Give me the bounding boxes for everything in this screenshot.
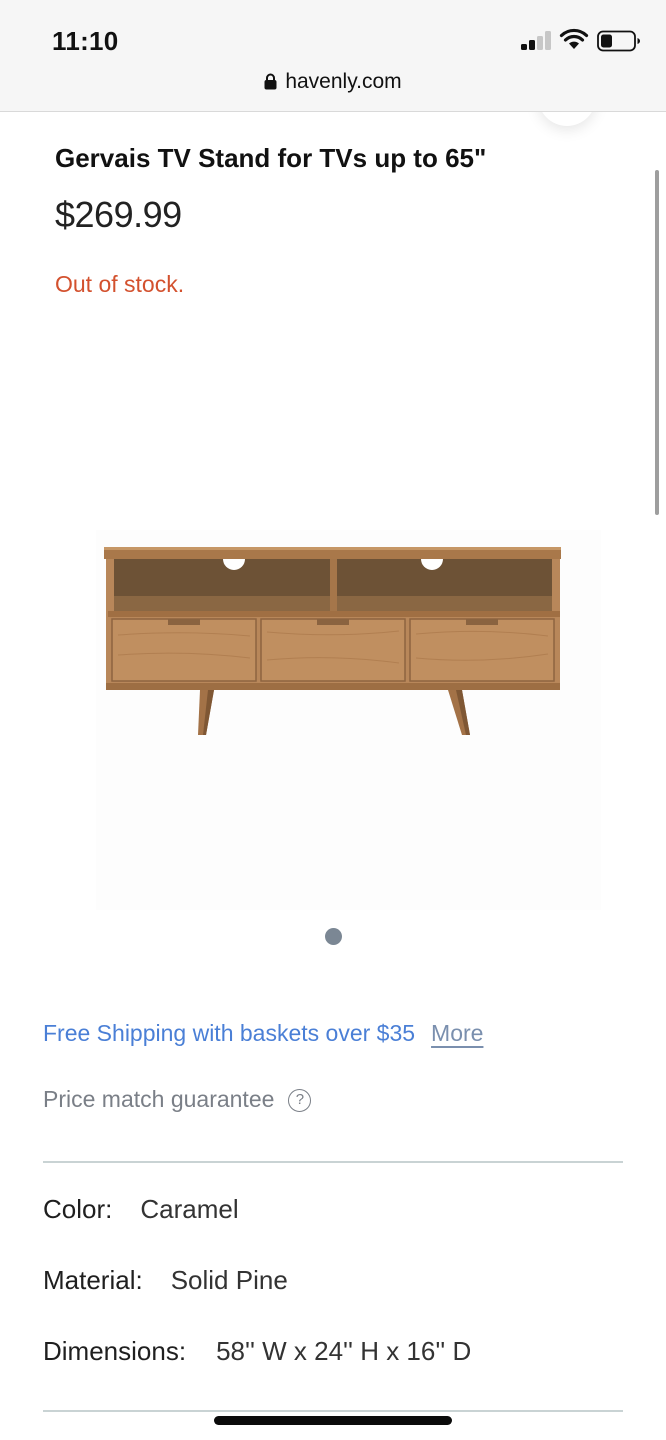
divider xyxy=(43,1161,623,1163)
spec-row-dimensions: Dimensions: 58'' W x 24'' H x 16'' D xyxy=(43,1336,471,1367)
product-price: $269.99 xyxy=(55,194,182,235)
shipping-info: Free Shipping with baskets over $35 More xyxy=(43,1020,483,1047)
wifi-icon xyxy=(559,28,589,49)
tv-stand-image xyxy=(104,547,561,735)
carousel-dot-active[interactable] xyxy=(325,928,342,945)
status-time: 11:10 xyxy=(52,26,119,56)
shipping-more-link[interactable]: More xyxy=(431,1020,483,1046)
product-image[interactable] xyxy=(96,530,601,910)
help-icon[interactable]: ? xyxy=(288,1089,312,1112)
spec-value: Caramel xyxy=(140,1194,239,1224)
divider xyxy=(43,1410,623,1412)
spec-value: Solid Pine xyxy=(170,1265,288,1295)
lock-icon xyxy=(264,73,277,90)
price-match: Price match guarantee? xyxy=(43,1086,312,1113)
url-text: havenly.com xyxy=(285,70,402,93)
address-bar[interactable]: havenly.com xyxy=(0,70,666,94)
browser-top-bar: 11:10 havenly.com xyxy=(0,0,666,112)
battery-icon xyxy=(597,30,640,52)
spec-label: Color: xyxy=(43,1194,113,1224)
cellular-signal-icon xyxy=(521,30,553,50)
home-indicator[interactable] xyxy=(214,1416,452,1425)
scroll-indicator[interactable] xyxy=(655,170,659,515)
price-match-text: Price match guarantee xyxy=(43,1086,275,1112)
spec-label: Material: xyxy=(43,1265,143,1295)
product-title: Gervais TV Stand for TVs up to 65" xyxy=(55,143,487,173)
shipping-text: Free Shipping with baskets over $35 xyxy=(43,1020,416,1046)
spec-row-material: Material: Solid Pine xyxy=(43,1265,288,1296)
spec-value: 58'' W x 24'' H x 16'' D xyxy=(216,1336,472,1366)
spec-label: Dimensions: xyxy=(43,1336,187,1366)
spec-row-color: Color: Caramel xyxy=(43,1194,239,1225)
stock-status: Out of stock. xyxy=(55,271,185,297)
